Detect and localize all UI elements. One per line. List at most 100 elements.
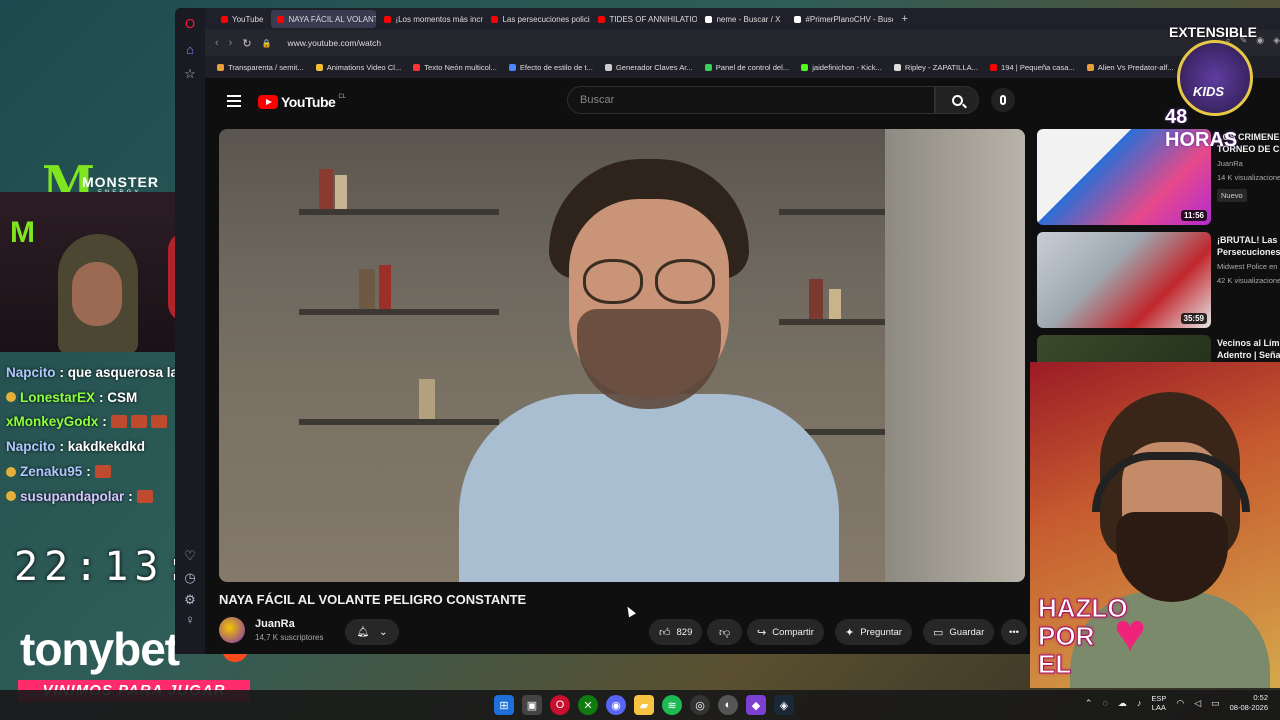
recommendation-title[interactable]: Vecinos al Lími Adentro | Señal — [1217, 337, 1280, 361]
forward-icon[interactable]: › — [229, 37, 233, 49]
shelf — [299, 309, 499, 315]
bookmark-item[interactable]: Texto Neón multicol... — [413, 63, 497, 72]
bookmark-favicon-icon — [1086, 63, 1094, 71]
thumbs-up-icon: 👍︎ — [659, 626, 671, 639]
new-tab-button[interactable]: + — [895, 13, 913, 25]
chevron-up-icon[interactable]: ⌃ — [1085, 698, 1093, 709]
desktop: M MONSTER ENERGY M Napcito: que asqueros… — [0, 0, 1280, 720]
ask-button[interactable]: ✦ Preguntar — [835, 619, 912, 645]
cloud-icon[interactable]: ☁ — [1118, 698, 1127, 709]
bookmark-item[interactable]: Efecto de estilo de t... — [508, 63, 593, 72]
xbox-icon[interactable]: ✕ — [578, 695, 598, 715]
app-icon[interactable]: ◆ — [746, 695, 766, 715]
user-badge-icon — [6, 392, 16, 403]
recommendation-item[interactable]: 35:59 ¡BRUTAL! Las Persecuciones Midwest Po… — [1037, 232, 1280, 328]
folder-icon[interactable]: ▰ — [634, 695, 654, 715]
recommendation-views: 42 K visualizaciones — [1217, 276, 1280, 285]
monster-text: MONSTER — [82, 174, 159, 190]
chat-text: : — [86, 464, 91, 480]
lock-icon[interactable]: 🔒 — [262, 39, 272, 48]
search-input[interactable]: Buscar — [567, 86, 935, 114]
shield-icon[interactable]: ◈ — [1273, 35, 1280, 46]
chat-username: xMonkeyGodx — [6, 414, 99, 430]
wifi-icon[interactable]: ◠ — [1176, 698, 1184, 709]
browser-tab[interactable]: NAYA FÁCIL AL VOLANTE — [271, 10, 377, 28]
pinboard-icon[interactable]: ☆ — [182, 66, 198, 82]
browser-tab[interactable]: #PrimerPlanoCHV - Busca — [788, 10, 893, 28]
book — [829, 289, 841, 319]
bookmark-item[interactable]: Alien Vs Predator-alf... — [1086, 63, 1174, 72]
channel-avatar[interactable] — [219, 617, 245, 643]
subscribe-bell-button[interactable]: 🔔︎ ⌄ — [345, 619, 399, 645]
battery-icon[interactable]: ▭ — [1211, 698, 1220, 709]
bookmark-item[interactable]: Generador Claves Ar... — [604, 62, 693, 72]
more-icon: ••• — [1009, 626, 1019, 638]
browser-tab[interactable]: YouTube — [215, 10, 269, 28]
video-player[interactable] — [219, 129, 1025, 582]
recommendation-channel[interactable]: Midwest Police en — [1217, 262, 1277, 271]
recommendation-channel[interactable]: JuanRa — [1217, 159, 1243, 168]
bookmark-item[interactable]: Panel de control del... — [704, 63, 789, 72]
spotify-icon[interactable]: ≋ — [662, 695, 682, 715]
tray-time: 0:52 — [1253, 693, 1268, 702]
dislike-button[interactable]: 👎︎ — [707, 619, 743, 645]
recommendation-thumbnail[interactable]: 35:59 — [1037, 232, 1211, 328]
history-icon[interactable]: ◷ — [182, 570, 198, 586]
tab-label: #PrimerPlanoCHV - Busca — [805, 14, 894, 24]
bookmark-item[interactable]: Ripley - ZAPATILLA... — [893, 63, 978, 72]
youtube-logo[interactable]: YouTube CL — [258, 94, 346, 110]
browser-tab[interactable]: neme - Buscar / X — [699, 10, 786, 28]
more-actions-button[interactable]: ••• — [1001, 619, 1027, 645]
video-presenter — [459, 139, 839, 582]
discord-icon[interactable]: ◉ — [606, 695, 626, 715]
youtube-play-icon — [258, 95, 278, 109]
bookmark-favicon-icon — [315, 63, 323, 71]
bookmark-label: Generador Claves Ar... — [615, 62, 693, 72]
search-button[interactable] — [935, 86, 979, 114]
language-indicator[interactable]: ESP LAA — [1151, 694, 1166, 712]
clock-tray[interactable]: 0:52 08-08-2026 — [1230, 693, 1268, 713]
recommendation-title-line: Vecinos al Lími — [1217, 338, 1280, 348]
menu-icon[interactable] — [227, 95, 241, 107]
share-button[interactable]: ↪ Compartir — [747, 619, 824, 645]
opera-logo-icon[interactable]: O — [182, 16, 198, 32]
bookmark-item[interactable]: Transparenta / semit... — [217, 63, 304, 72]
browser-tab[interactable]: TIDES OF ANNIHILATION — [592, 10, 697, 28]
mic-tray-icon[interactable]: ♪ — [1137, 698, 1142, 708]
heart-icon[interactable]: ♡ — [182, 548, 198, 564]
avatar-beard — [1116, 512, 1228, 602]
like-button[interactable]: 👍︎ 829 — [649, 619, 703, 645]
recommendation-title-line: ¡BRUTAL! Las — [1217, 235, 1278, 245]
volume-icon[interactable]: ◁ — [1194, 698, 1201, 709]
task-view-icon[interactable]: ▣ — [522, 695, 542, 715]
channel-name[interactable]: JuanRa — [255, 618, 295, 630]
tray-date: 08-08-2026 — [1229, 703, 1268, 712]
bookmarks-bar: Transparenta / semit... Animations Video … — [205, 56, 1280, 78]
url-field[interactable]: www.youtube.com/watch — [288, 38, 382, 48]
obs-icon[interactable]: ◎ — [690, 695, 710, 715]
tab-label: TIDES OF ANNIHILATION — [609, 14, 698, 24]
bookmark-item[interactable]: jaidefinichon - Kick... — [801, 63, 882, 72]
browser-tab[interactable]: ¡Los momentos más incre — [378, 10, 483, 28]
tab-label: NAYA FÁCIL AL VOLANTE — [288, 14, 377, 24]
bulb-icon[interactable]: ♀ — [182, 612, 198, 628]
browser-tab[interactable]: Las persecuciones policial — [485, 10, 590, 28]
start-icon[interactable]: ⊞ — [494, 695, 514, 715]
voice-search-button[interactable] — [991, 88, 1015, 112]
save-button[interactable]: ▭ Guardar — [923, 619, 995, 645]
like-count: 829 — [676, 626, 693, 638]
bookmark-item[interactable]: 194 | Pequeña casa... — [990, 63, 1075, 72]
video-title: NAYA FÁCIL AL VOLANTE PELIGRO CONSTANTE — [219, 592, 527, 607]
back-icon[interactable]: ‹ — [215, 37, 219, 49]
tab-bar: YouTube NAYA FÁCIL AL VOLANTE ¡Los momento… — [205, 8, 1280, 30]
home-icon[interactable]: ⌂ — [182, 42, 198, 58]
bookmark-item[interactable]: Animations Video Cl... — [315, 63, 401, 72]
github-icon[interactable]: ◐ — [718, 695, 738, 715]
settings-icon[interactable]: ⚙ — [182, 592, 198, 608]
recommendation-title[interactable]: ¡BRUTAL! Las Persecuciones — [1217, 234, 1280, 258]
steam-icon[interactable]: ◈ — [774, 695, 794, 715]
network-icon[interactable]: ◌ — [1102, 698, 1107, 708]
book — [319, 169, 333, 209]
opera-icon[interactable]: O — [550, 695, 570, 715]
reload-icon[interactable]: ↻ — [242, 37, 251, 50]
